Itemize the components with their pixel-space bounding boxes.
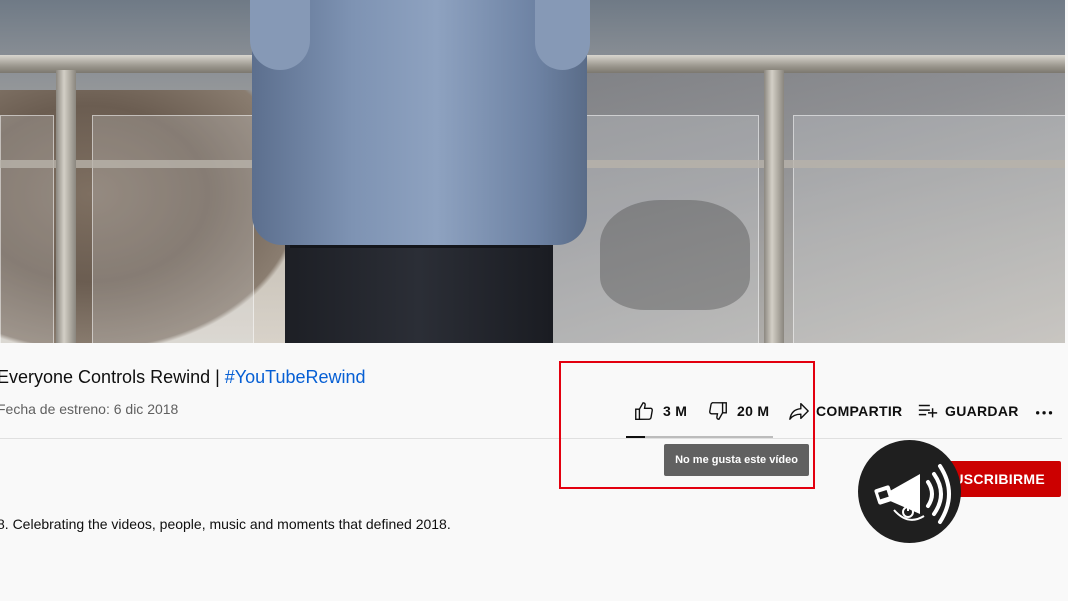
- save-label: GUARDAR: [945, 403, 1019, 419]
- video-title: Everyone Controls Rewind | #YouTubeRewin…: [0, 366, 366, 388]
- video-scene-post: [764, 70, 784, 343]
- hashtag-link[interactable]: #YouTubeRewind: [225, 367, 366, 387]
- video-title-text: Everyone Controls Rewind |: [0, 367, 225, 387]
- video-scene-glass-panel: [0, 115, 54, 343]
- playlist-add-icon: [917, 400, 939, 422]
- annotation-highlight-box: [559, 361, 815, 489]
- save-button[interactable]: GUARDAR: [917, 397, 1019, 425]
- more-actions-button[interactable]: [1034, 397, 1056, 425]
- megaphone-logo-icon: [858, 440, 961, 543]
- premiere-date: Fecha de estreno: 6 dic 2018: [0, 401, 179, 417]
- video-scene-person-arm: [535, 0, 590, 70]
- video-scene-shadow: [600, 200, 750, 310]
- more-horizontal-icon: [1034, 400, 1056, 422]
- divider: [0, 438, 1062, 439]
- video-scene-post: [56, 70, 76, 343]
- video-scene-person-arm: [250, 0, 310, 70]
- share-label: COMPARTIR: [816, 403, 903, 419]
- video-description: 8. Celebrating the videos, people, music…: [0, 516, 451, 532]
- video-scene-glass-panel: [793, 115, 1065, 343]
- video-scene-glass-panel: [92, 115, 254, 343]
- video-player[interactable]: [0, 0, 1065, 343]
